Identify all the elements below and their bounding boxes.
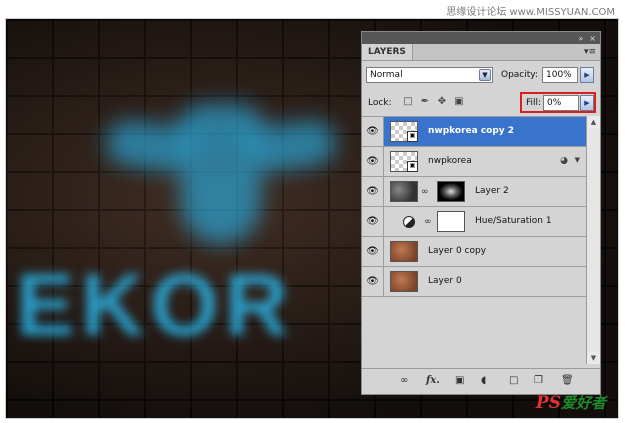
- blend-opacity-row: Normal ▼ Opacity: 100% ▶: [362, 61, 600, 89]
- smart-object-icon: ▣: [407, 161, 418, 172]
- layer-thumbnail: [390, 241, 418, 262]
- panel-titlebar: » ×: [362, 32, 600, 44]
- layers-panel: » × LAYERS ▾≡ Normal ▼ Opacity: 100% ▶ L…: [361, 31, 601, 395]
- add-mask-icon[interactable]: ▣: [455, 375, 464, 387]
- link-chain-icon[interactable]: ∞: [424, 217, 432, 227]
- new-layer-icon[interactable]: ❐: [534, 375, 543, 387]
- panel-menu-icon[interactable]: ▾≡: [584, 47, 596, 57]
- layer-row[interactable]: 👁 ∞ Layer 2: [362, 177, 586, 207]
- layer-row[interactable]: 👁 ▣ nwpkorea copy 2: [362, 117, 586, 147]
- layer-name: nwpkorea: [428, 156, 472, 166]
- opacity-slider-button[interactable]: ▶: [580, 67, 594, 83]
- blend-mode-value: Normal: [370, 70, 403, 80]
- link-chain-icon[interactable]: ∞: [421, 187, 429, 197]
- eye-icon[interactable]: 👁: [362, 117, 384, 146]
- opacity-input[interactable]: 100%: [542, 67, 578, 83]
- eye-icon[interactable]: 👁: [362, 147, 384, 176]
- trash-icon[interactable]: 🗑: [561, 375, 574, 387]
- eye-icon[interactable]: 👁: [362, 177, 384, 206]
- layer-name: Layer 0 copy: [428, 246, 487, 256]
- panel-bottom-toolbar: ∞ fx. ▣ ◖ □ ❐ 🗑: [362, 368, 600, 394]
- watermark-bottom: PS爱好者: [536, 392, 606, 413]
- layer-mask-thumbnail[interactable]: [437, 181, 465, 202]
- eye-icon[interactable]: 👁: [362, 267, 384, 296]
- watermark-top: 思缘设计论坛 www.MISSYUAN.COM: [446, 7, 615, 18]
- eye-icon[interactable]: 👁: [362, 207, 384, 236]
- chevron-down-icon[interactable]: ▼: [479, 69, 491, 81]
- opacity-label: Opacity:: [501, 70, 538, 80]
- lock-all-icon[interactable]: ▣: [454, 97, 464, 107]
- link-layers-icon[interactable]: ∞: [400, 375, 408, 387]
- watermark-text: 爱好者: [560, 394, 606, 412]
- watermark-ps: PS: [535, 393, 561, 413]
- layer-row[interactable]: 👁 Layer 0: [362, 267, 586, 297]
- lock-transparency-icon[interactable]: □: [403, 97, 413, 107]
- layer-name: Layer 2: [475, 186, 509, 196]
- close-icon[interactable]: ×: [589, 34, 596, 43]
- layer-thumbnail: ▣: [390, 151, 418, 172]
- lock-label: Lock:: [368, 98, 392, 108]
- layer-thumbnail: ▣: [390, 121, 418, 142]
- layer-effects-icon[interactable]: ◕: [560, 156, 568, 166]
- scroll-down-icon[interactable]: ▼: [587, 352, 600, 364]
- layer-thumbnail: [390, 181, 418, 202]
- layer-row[interactable]: 👁 Layer 0 copy: [362, 237, 586, 267]
- eye-icon[interactable]: 👁: [362, 237, 384, 266]
- panel-tabbar: LAYERS ▾≡: [362, 44, 600, 61]
- smart-object-icon: ▣: [407, 131, 418, 142]
- fill-slider-button[interactable]: ▶: [580, 95, 594, 111]
- scroll-up-icon[interactable]: ▲: [587, 116, 600, 128]
- layers-list: 👁 ▣ nwpkorea copy 2 👁 ▣ nwpkorea ◕ ▼ 👁 ∞…: [362, 116, 586, 365]
- new-group-icon[interactable]: □: [509, 375, 518, 387]
- neon-text: EKOR: [16, 255, 295, 354]
- neon-logo: [103, 104, 339, 244]
- lock-fill-row: Lock: □ ✒ ✥ ▣ Fill: 0% ▶: [362, 89, 600, 116]
- lock-position-icon[interactable]: ✥: [437, 97, 447, 107]
- adjustment-layer-icon: [403, 216, 415, 228]
- double-chevron-right-icon[interactable]: »: [578, 34, 583, 43]
- fill-input[interactable]: 0%: [543, 95, 579, 111]
- fx-icon[interactable]: fx.: [426, 375, 440, 387]
- lock-pixels-icon[interactable]: ✒: [420, 97, 430, 107]
- tab-layers[interactable]: LAYERS: [362, 44, 413, 60]
- expand-caret-icon[interactable]: ▼: [575, 156, 580, 164]
- fill-label: Fill:: [526, 98, 542, 108]
- layer-name: Hue/Saturation 1: [475, 216, 552, 226]
- layer-thumbnail: [390, 271, 418, 292]
- layers-scrollbar[interactable]: ▲ ▼: [586, 116, 600, 364]
- layer-row[interactable]: 👁 ∞ Hue/Saturation 1: [362, 207, 586, 237]
- layer-row[interactable]: 👁 ▣ nwpkorea ◕ ▼: [362, 147, 586, 177]
- blend-mode-select[interactable]: Normal ▼: [366, 67, 493, 83]
- adjustment-layer-icon[interactable]: ◖: [481, 375, 486, 387]
- layer-name: nwpkorea copy 2: [428, 126, 515, 136]
- layer-name: Layer 0: [428, 276, 462, 286]
- layer-mask-thumbnail[interactable]: [437, 211, 465, 232]
